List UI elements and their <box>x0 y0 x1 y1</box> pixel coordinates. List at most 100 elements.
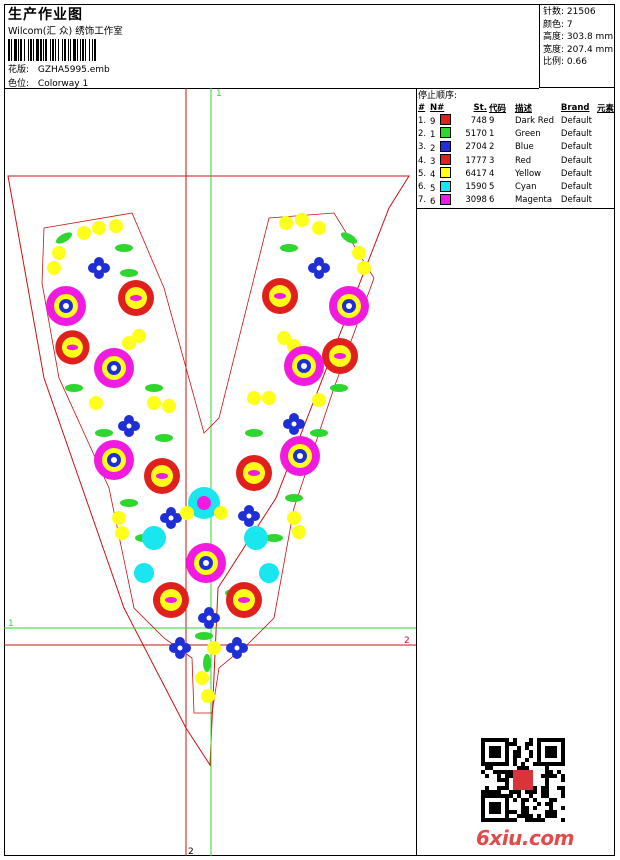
table-row: 4. 3 1777 3 Red Default <box>417 154 615 167</box>
row-desc: Green <box>514 128 541 139</box>
panel-divider <box>417 208 615 209</box>
row-code: 2 <box>488 142 495 153</box>
colors-row: 颜色: 7 <box>543 19 615 32</box>
barcode <box>8 39 154 61</box>
row-index: 1. <box>418 115 427 126</box>
table-row: 6. 5 1590 5 Cyan Default <box>417 180 615 194</box>
v-guide-top-label: 1 <box>216 89 222 99</box>
left-arm-motifs <box>46 219 182 542</box>
color-swatch <box>440 154 452 166</box>
width-row: 宽度: 207.4 mm <box>543 44 615 57</box>
row-brand: Default <box>560 128 592 139</box>
row-needle: 4 <box>429 167 461 180</box>
color-swatch <box>440 180 452 192</box>
row-needle-number: 4 <box>429 170 436 181</box>
row-code: 4 <box>488 168 495 179</box>
row-needle: 5 <box>429 180 461 194</box>
row-element <box>596 141 615 154</box>
row-brand: Default <box>560 182 592 193</box>
studio-subtitle: Wilcom(汇 众) 绣饰工作室 <box>8 26 123 37</box>
stop-sequence-title: 停止顺序: <box>418 91 458 101</box>
row-code: 5 <box>488 182 495 193</box>
scale-row: 比例: 0.66 <box>543 56 615 69</box>
color-swatch <box>440 114 452 126</box>
stitches-row: 针数: 21506 <box>543 6 615 19</box>
row-element <box>596 154 615 167</box>
col-brand: Brand <box>560 102 590 113</box>
row-index: 3. <box>418 142 427 153</box>
colors-value: 7 <box>566 19 573 30</box>
row-index: 2. <box>418 128 427 139</box>
width-label: 宽度: <box>543 44 565 55</box>
row-stitches: 1777 <box>465 155 487 166</box>
row-needle-number: 6 <box>429 196 436 207</box>
scale-label: 比例: <box>543 57 565 67</box>
stitches-value: 21506 <box>566 7 596 17</box>
row-brand: Default <box>560 115 592 126</box>
row-stitches: 1590 <box>465 182 487 193</box>
row-element <box>596 167 615 180</box>
row-index: 6. <box>418 182 427 193</box>
color-swatch <box>440 127 452 139</box>
height-label: 高度: <box>543 32 565 42</box>
width-value: 207.4 mm <box>566 44 614 55</box>
row-stitches: 3098 <box>465 195 487 206</box>
design-canvas: 1 2 1 2 <box>4 88 417 857</box>
row-element <box>596 194 615 207</box>
row-desc: Blue <box>514 142 534 153</box>
row-needle: 6 <box>429 193 461 207</box>
qr-code <box>481 738 565 822</box>
table-row: 2. 1 5170 1 Green Default <box>417 127 615 140</box>
h-guide-left-label: 1 <box>8 619 14 629</box>
row-stitches: 2704 <box>465 142 487 153</box>
watermark: 6xiu.com <box>476 826 574 850</box>
row-stitches: 5170 <box>465 128 487 139</box>
stop-sequence-table: # N# St. 代码 描述 Brand 元素 1. 9 748 9 Dark Red D… <box>417 101 615 207</box>
page-title: 生产作业图 <box>8 7 83 23</box>
row-code: 1 <box>488 128 495 139</box>
row-needle: 9 <box>429 114 461 127</box>
color-swatch <box>440 140 452 152</box>
color-swatch <box>440 193 452 205</box>
scale-value: 0.66 <box>566 57 587 67</box>
row-needle-number: 1 <box>429 130 436 141</box>
row-needle: 3 <box>429 154 461 167</box>
table-row: 7. 6 3098 6 Magenta Default <box>417 193 615 207</box>
color-swatch <box>440 167 452 179</box>
pattern-value: GZHA5995.emb <box>37 65 110 75</box>
col-stitches: St. <box>473 102 487 113</box>
row-desc: Dark Red <box>514 115 554 126</box>
row-code: 6 <box>488 195 495 206</box>
row-desc: Cyan <box>514 182 537 193</box>
height-value: 303.8 mm <box>566 32 614 42</box>
row-needle: 1 <box>429 127 461 140</box>
row-needle: 2 <box>429 140 461 154</box>
row-brand: Default <box>560 142 592 153</box>
header-block: 生产作业图 Wilcom(汇 众) 绣饰工作室 花版: GZHA5995.emb… <box>4 4 539 89</box>
row-index: 5. <box>418 168 427 179</box>
table-row: 5. 4 6417 4 Yellow Default <box>417 167 615 180</box>
table-row: 1. 9 748 9 Dark Red Default <box>417 114 615 127</box>
row-brand: Default <box>560 168 592 179</box>
height-row: 高度: 303.8 mm <box>543 31 615 44</box>
h-guide-right-label: 2 <box>404 636 410 646</box>
row-needle-number: 2 <box>429 143 436 154</box>
stop-sequence-panel: 停止顺序: # N# St. 代码 描述 Brand 元素 1. 9 748 9 Dar… <box>417 88 615 208</box>
row-index: 4. <box>418 155 427 166</box>
row-desc: Magenta <box>514 195 553 206</box>
row-desc: Yellow <box>514 168 542 179</box>
row-index: 7. <box>418 195 427 206</box>
row-element <box>596 127 615 140</box>
col-desc: 描述 <box>514 103 532 114</box>
row-brand: Default <box>560 155 592 166</box>
v-guide-bottom-label: 2 <box>188 847 194 856</box>
right-arm-motifs <box>236 213 371 542</box>
row-needle-number: 9 <box>429 117 436 128</box>
row-needle-number: 3 <box>429 157 436 168</box>
row-code: 9 <box>488 115 495 126</box>
row-element <box>596 114 615 127</box>
row-element <box>596 180 615 193</box>
col-index: # <box>418 102 426 113</box>
col-element: 元素 <box>596 103 614 114</box>
row-desc: Red <box>514 155 532 166</box>
